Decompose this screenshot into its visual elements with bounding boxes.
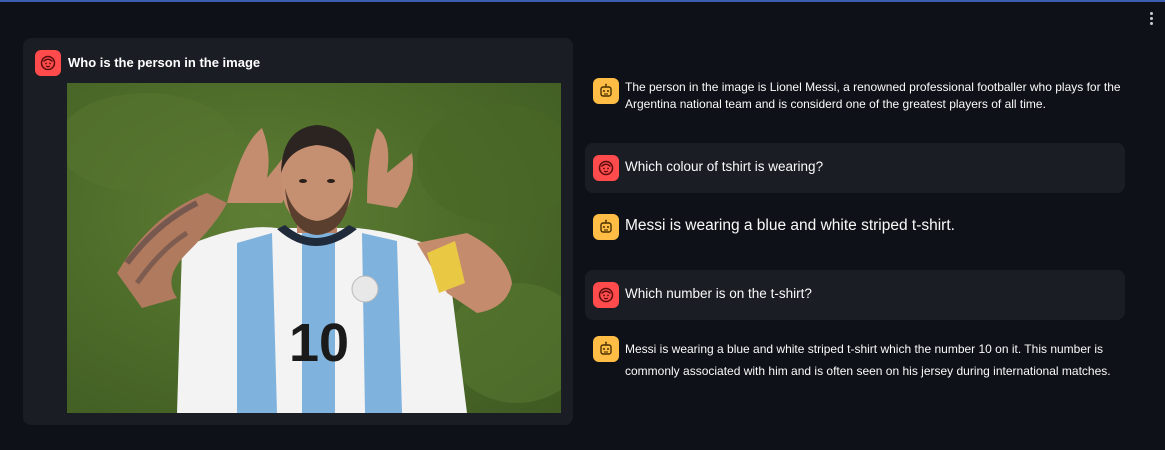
football-player-photo: 10 (67, 83, 561, 413)
assistant-message: Messi is wearing a blue and white stripe… (585, 212, 1125, 242)
assistant-message: The person in the image is Lionel Messi,… (585, 74, 1125, 122)
bot-face-icon (593, 336, 619, 362)
top-accent-line (0, 0, 1165, 2)
assistant-message-text: The person in the image is Lionel Messi,… (625, 80, 1121, 111)
bot-face-icon (593, 214, 619, 240)
bot-face-icon (593, 78, 619, 104)
kebab-menu-icon[interactable] (1145, 10, 1157, 26)
assistant-message: Messi is wearing a blue and white stripe… (585, 336, 1125, 384)
user-message-with-image: Who is the person in the image 10 (23, 38, 573, 425)
svg-text:10: 10 (289, 313, 349, 373)
user-face-icon (593, 282, 619, 308)
assistant-message-text: Messi is wearing a blue and white stripe… (625, 217, 955, 234)
user-message: Which number is on the t-shirt? (585, 270, 1125, 320)
user-message: Which colour of tshirt is wearing? (585, 143, 1125, 193)
user-message-text: Which number is on the t-shirt? (625, 286, 812, 301)
user-face-icon (593, 155, 619, 181)
user-face-icon (35, 50, 61, 76)
user-message-text: Who is the person in the image (68, 55, 261, 70)
user-message-text: Which colour of tshirt is wearing? (625, 159, 824, 174)
assistant-message-text: Messi is wearing a blue and white stripe… (625, 342, 1111, 378)
